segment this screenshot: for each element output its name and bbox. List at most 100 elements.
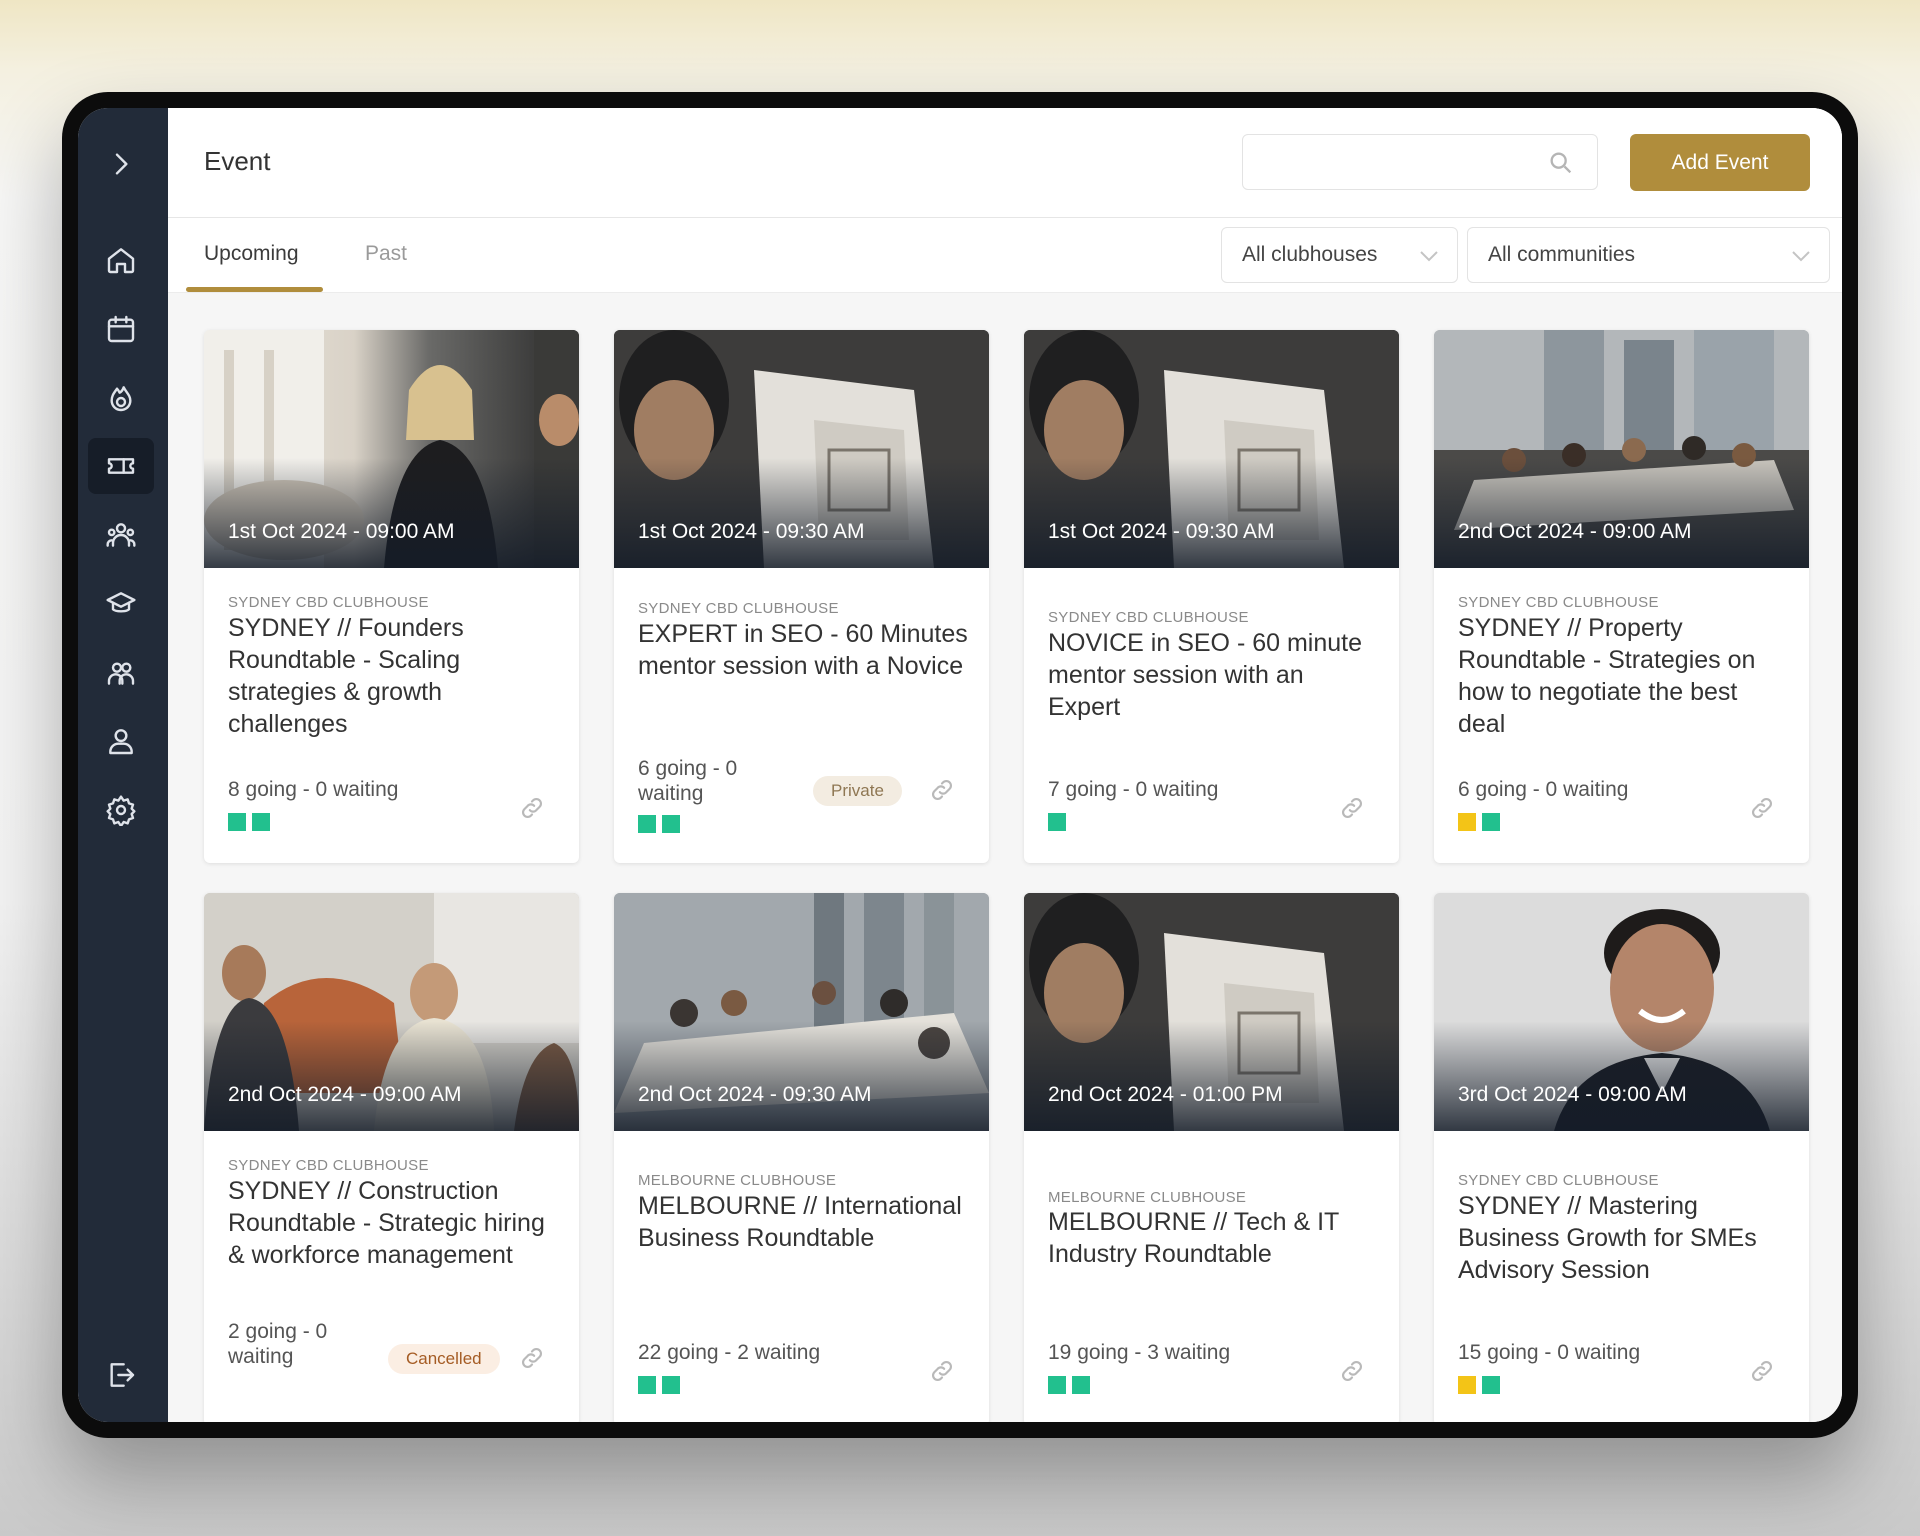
event-card[interactable]: 2nd Oct 2024 - 09:00 AM SYDNEY CBD CLUBH… xyxy=(204,893,579,1422)
status-indicators xyxy=(228,813,270,831)
link-icon xyxy=(1752,798,1772,818)
status-indicators xyxy=(638,1376,680,1394)
event-title: NOVICE in SEO - 60 minute mentor session… xyxy=(1048,629,1363,721)
chevron-down-icon xyxy=(1420,251,1438,262)
sidebar-item-settings[interactable] xyxy=(88,782,154,838)
event-title: MELBOURNE // Tech & IT Industry Roundtab… xyxy=(1048,1208,1339,1268)
event-card[interactable]: 1st Oct 2024 - 09:30 AM SYDNEY CBD CLUBH… xyxy=(614,330,989,863)
sidebar-item-calendar[interactable] xyxy=(88,301,154,357)
copy-link-button[interactable] xyxy=(929,777,955,803)
event-card[interactable]: 1st Oct 2024 - 09:00 AM SYDNEY CBD CLUBH… xyxy=(204,330,579,863)
event-image: 2nd Oct 2024 - 09:00 AM xyxy=(1434,330,1809,568)
copy-link-button[interactable] xyxy=(519,795,545,821)
status-dot xyxy=(252,813,270,831)
status-dot xyxy=(662,1376,680,1394)
status-dot xyxy=(1458,1376,1476,1394)
chevron-down-icon xyxy=(1792,251,1810,262)
event-attendance: 6 going - 0 waiting xyxy=(1458,778,1629,801)
top-bar: Event Add Event xyxy=(168,108,1842,218)
status-dot xyxy=(662,815,680,833)
event-title: SYDNEY // Property Roundtable - Strategi… xyxy=(1458,614,1756,738)
sidebar-item-profile[interactable] xyxy=(88,713,154,769)
event-clubhouse: SYDNEY CBD CLUBHOUSE xyxy=(1458,594,1659,611)
expand-sidebar-button[interactable] xyxy=(88,136,154,192)
event-image: 1st Oct 2024 - 09:00 AM xyxy=(204,330,579,568)
status-dot xyxy=(1048,1376,1066,1394)
user-icon xyxy=(109,729,133,755)
event-date: 1st Oct 2024 - 09:30 AM xyxy=(1048,520,1275,543)
status-dot xyxy=(1458,813,1476,831)
sidebar-item-community[interactable] xyxy=(88,507,154,563)
logout-button[interactable] xyxy=(88,1347,154,1403)
link-icon xyxy=(522,1348,542,1368)
event-date: 1st Oct 2024 - 09:00 AM xyxy=(228,520,455,543)
sidebar-item-activity[interactable] xyxy=(88,370,154,426)
community-filter[interactable]: All communities xyxy=(1467,227,1830,283)
main-content: Event Add Event Upcoming Past All clubho… xyxy=(168,108,1842,1422)
sidebar-item-home[interactable] xyxy=(88,232,154,288)
sidebar xyxy=(78,108,168,1422)
event-card[interactable]: 2nd Oct 2024 - 01:00 PM MELBOURNE CLUBHO… xyxy=(1024,893,1399,1422)
event-clubhouse: SYDNEY CBD CLUBHOUSE xyxy=(1458,1172,1659,1189)
copy-link-button[interactable] xyxy=(519,1345,545,1371)
members-icon xyxy=(107,662,135,685)
event-image: 2nd Oct 2024 - 01:00 PM xyxy=(1024,893,1399,1131)
event-image: 3rd Oct 2024 - 09:00 AM xyxy=(1434,893,1809,1131)
cancelled-badge: Cancelled xyxy=(388,1344,500,1374)
device-frame: Event Add Event Upcoming Past All clubho… xyxy=(62,92,1858,1438)
tab-upcoming[interactable]: Upcoming xyxy=(204,242,299,266)
status-indicators xyxy=(1458,813,1500,831)
event-date: 1st Oct 2024 - 09:30 AM xyxy=(638,520,865,543)
event-attendance: 7 going - 0 waiting xyxy=(1048,778,1219,801)
event-card[interactable]: 3rd Oct 2024 - 09:00 AM SYDNEY CBD CLUBH… xyxy=(1434,893,1809,1422)
event-date: 2nd Oct 2024 - 09:30 AM xyxy=(638,1083,872,1106)
link-icon xyxy=(1752,1361,1772,1381)
link-icon xyxy=(932,1361,952,1381)
copy-link-button[interactable] xyxy=(1749,1358,1775,1384)
add-event-button[interactable]: Add Event xyxy=(1630,134,1810,191)
settings-icon xyxy=(106,795,136,826)
status-indicators xyxy=(1048,813,1066,831)
event-title: SYDNEY // Founders Roundtable - Scaling … xyxy=(228,614,464,738)
sidebar-item-learning[interactable] xyxy=(88,576,154,632)
search-input[interactable] xyxy=(1242,134,1598,190)
active-tab-indicator xyxy=(186,287,323,292)
status-dot xyxy=(228,813,246,831)
link-icon xyxy=(522,798,542,818)
event-attendance: 19 going - 3 waiting xyxy=(1048,1341,1231,1364)
community-icon xyxy=(106,523,136,547)
copy-link-button[interactable] xyxy=(1749,795,1775,821)
clubhouse-filter[interactable]: All clubhouses xyxy=(1221,227,1458,283)
event-card[interactable]: 2nd Oct 2024 - 09:00 AM SYDNEY CBD CLUBH… xyxy=(1434,330,1809,863)
event-card[interactable]: 1st Oct 2024 - 09:30 AM SYDNEY CBD CLUBH… xyxy=(1024,330,1399,863)
sidebar-item-members[interactable] xyxy=(88,645,154,701)
event-image: 2nd Oct 2024 - 09:30 AM xyxy=(614,893,989,1131)
event-attendance: 2 going - 0 waiting xyxy=(228,1320,328,1368)
event-title: MELBOURNE // International Business Roun… xyxy=(638,1192,962,1252)
event-clubhouse: SYDNEY CBD CLUBHOUSE xyxy=(638,600,839,617)
status-indicators xyxy=(1048,1376,1090,1394)
copy-link-button[interactable] xyxy=(1339,1358,1365,1384)
private-badge: Private xyxy=(813,776,902,806)
event-card[interactable]: 2nd Oct 2024 - 09:30 AM MELBOURNE CLUBHO… xyxy=(614,893,989,1422)
status-dot xyxy=(1482,1376,1500,1394)
community-filter-value: All communities xyxy=(1488,243,1636,266)
event-date: 3rd Oct 2024 - 09:00 AM xyxy=(1458,1083,1687,1106)
event-attendance: 6 going - 0 waiting xyxy=(638,757,738,805)
event-image: 1st Oct 2024 - 09:30 AM xyxy=(1024,330,1399,568)
event-attendance: 15 going - 0 waiting xyxy=(1458,1341,1641,1364)
status-indicators xyxy=(638,815,680,833)
graduation-icon xyxy=(106,592,136,613)
status-dot xyxy=(1072,1376,1090,1394)
link-icon xyxy=(932,780,952,800)
status-dot xyxy=(1048,813,1066,831)
event-clubhouse: SYDNEY CBD CLUBHOUSE xyxy=(1048,609,1249,626)
link-icon xyxy=(1342,798,1362,818)
copy-link-button[interactable] xyxy=(929,1358,955,1384)
event-title: EXPERT in SEO - 60 Minutes mentor sessio… xyxy=(638,620,968,680)
copy-link-button[interactable] xyxy=(1339,795,1365,821)
chevron-right-icon xyxy=(115,153,128,175)
sidebar-item-events[interactable] xyxy=(88,438,154,494)
event-date: 2nd Oct 2024 - 01:00 PM xyxy=(1048,1083,1283,1106)
tab-past[interactable]: Past xyxy=(365,242,407,266)
